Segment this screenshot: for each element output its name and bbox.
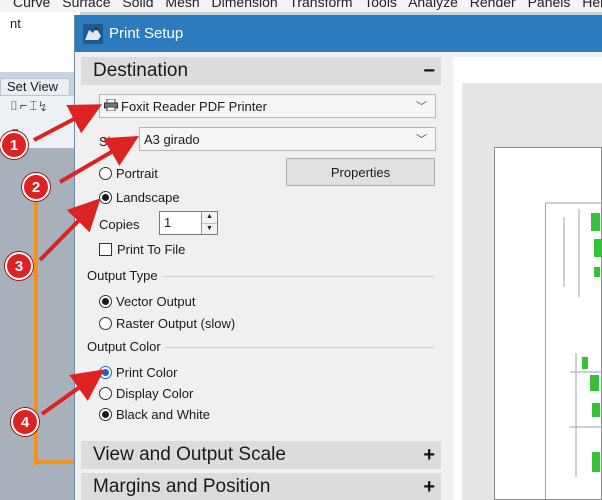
- menu-panels[interactable]: Panels: [528, 0, 571, 10]
- properties-button[interactable]: Properties: [286, 158, 435, 186]
- margins-section-header[interactable]: Margins and Position +: [81, 473, 441, 500]
- radio-circle: [99, 386, 112, 400]
- paper-size-value: A3 girado: [144, 131, 200, 147]
- display-color-radio[interactable]: Display Color: [99, 384, 193, 402]
- vector-output-label: Vector Output: [116, 293, 196, 309]
- chevron-down-icon: ﹀: [416, 101, 427, 113]
- radio-circle: [99, 166, 112, 180]
- group-divider: [163, 276, 435, 277]
- menu-curve[interactable]: Curve: [13, 0, 50, 10]
- radio-circle-selected: [99, 190, 112, 204]
- toolbar-icons[interactable]: ⌷⌐⌶↯: [10, 98, 49, 114]
- output-type-title: Output Type: [87, 268, 158, 283]
- vector-output-radio[interactable]: Vector Output: [99, 292, 196, 310]
- display-color-label: Display Color: [116, 385, 194, 401]
- view-scale-section-header[interactable]: View and Output Scale +: [81, 441, 441, 469]
- printer-icon: [104, 98, 118, 114]
- callout-4: 4: [11, 408, 39, 436]
- printer-select-value: Foxit Reader PDF Printer: [121, 98, 267, 114]
- settings-panel: Destination − Foxit Reader PDF Printer ﹀…: [81, 57, 447, 500]
- destination-section-header[interactable]: Destination −: [81, 57, 441, 85]
- raster-output-label: Raster Output (slow): [116, 315, 236, 331]
- viewport-tab-set-view[interactable]: Set View: [0, 78, 70, 96]
- menu-row: Curve Surface Solid Mesh Dimension Trans…: [13, 0, 602, 10]
- callout-3: 3: [5, 252, 33, 280]
- paper-size-select[interactable]: A3 girado ﹀: [139, 127, 436, 151]
- stepper-down-icon[interactable]: ▼: [202, 222, 217, 234]
- margins-header-label: Margins and Position: [93, 476, 271, 497]
- selection-edge-horizontal: [34, 460, 75, 464]
- size-label: Size: [99, 134, 125, 149]
- black-white-label: Black and White: [116, 406, 210, 422]
- group-divider: [165, 347, 435, 348]
- rhino-app-icon: [82, 23, 104, 45]
- callout-1: 1: [0, 131, 28, 159]
- raster-output-radio[interactable]: Raster Output (slow): [99, 314, 235, 332]
- print-to-file-checkbox[interactable]: Print To File: [99, 242, 185, 257]
- landscape-radio[interactable]: Landscape: [99, 188, 180, 206]
- main-menubar: Curve Surface Solid Mesh Dimension Trans…: [0, 0, 602, 12]
- print-color-label: Print Color: [116, 364, 178, 380]
- black-white-radio[interactable]: Black and White: [99, 405, 210, 423]
- menu-analyze[interactable]: Analyze: [408, 0, 458, 10]
- expand-icon[interactable]: +: [423, 444, 435, 467]
- menu-surface[interactable]: Surface: [62, 0, 110, 10]
- printer-select[interactable]: Foxit Reader PDF Printer ﹀: [99, 94, 436, 118]
- menu-mesh[interactable]: Mesh: [165, 0, 199, 10]
- menu-solid[interactable]: Solid: [122, 0, 153, 10]
- checkbox-box: [99, 243, 112, 256]
- menu-transform[interactable]: Transform: [289, 0, 352, 10]
- command-history: nt: [0, 12, 80, 72]
- menu-tools[interactable]: Tools: [364, 0, 397, 10]
- radio-circle-selected: [99, 294, 112, 308]
- preview-drawing: [494, 147, 602, 500]
- menu-help[interactable]: Help: [582, 0, 602, 10]
- menu-render[interactable]: Render: [470, 0, 516, 10]
- copies-value[interactable]: 1: [160, 212, 201, 234]
- landscape-label: Landscape: [116, 189, 180, 205]
- expand-icon[interactable]: +: [423, 476, 435, 499]
- menu-dimension[interactable]: Dimension: [212, 0, 278, 10]
- command-text: nt: [10, 16, 21, 31]
- print-to-file-label: Print To File: [117, 242, 186, 257]
- stepper-up-icon[interactable]: ▲: [202, 212, 217, 223]
- copies-stepper[interactable]: 1 ▲ ▼: [159, 211, 218, 235]
- portrait-label: Portrait: [116, 165, 158, 181]
- radio-circle-selected: [99, 365, 112, 379]
- collapse-icon[interactable]: −: [423, 60, 435, 83]
- dialog-title: Print Setup: [109, 25, 184, 42]
- view-scale-header-label: View and Output Scale: [93, 444, 286, 465]
- copies-label: Copies: [99, 217, 140, 232]
- stepper-buttons: ▲ ▼: [201, 212, 217, 234]
- dialog-titlebar: Print Setup: [75, 15, 602, 52]
- portrait-radio[interactable]: Portrait: [99, 164, 158, 182]
- print-color-radio[interactable]: Print Color: [99, 363, 177, 381]
- output-color-title: Output Color: [87, 339, 161, 354]
- radio-circle-selected: [99, 407, 112, 421]
- chevron-down-icon: ﹀: [416, 134, 427, 146]
- radio-circle: [99, 316, 112, 330]
- destination-header-label: Destination: [93, 60, 189, 81]
- callout-2: 2: [22, 173, 50, 201]
